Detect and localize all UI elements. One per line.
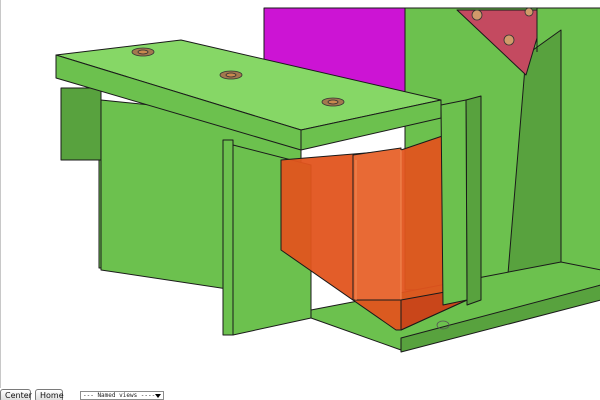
center-button[interactable]: Center bbox=[0, 389, 32, 400]
orange-inner-face bbox=[352, 147, 402, 301]
named-views-select[interactable]: --- Named views ---- bbox=[80, 391, 164, 400]
support-column bbox=[465, 95, 482, 306]
web-plate-front bbox=[222, 139, 234, 336]
dropdown-arrow-icon bbox=[155, 394, 161, 398]
home-button[interactable]: Home bbox=[35, 389, 64, 400]
web-plate-rear bbox=[60, 87, 102, 161]
3d-model-viewport[interactable] bbox=[0, 0, 600, 388]
named-views-selected-value: --- Named views ---- bbox=[83, 392, 156, 399]
3d-model-render[interactable] bbox=[1, 0, 600, 388]
support-column-face bbox=[440, 99, 468, 306]
model-viewer-app: Center Home --- Named views ---- bbox=[0, 0, 600, 400]
